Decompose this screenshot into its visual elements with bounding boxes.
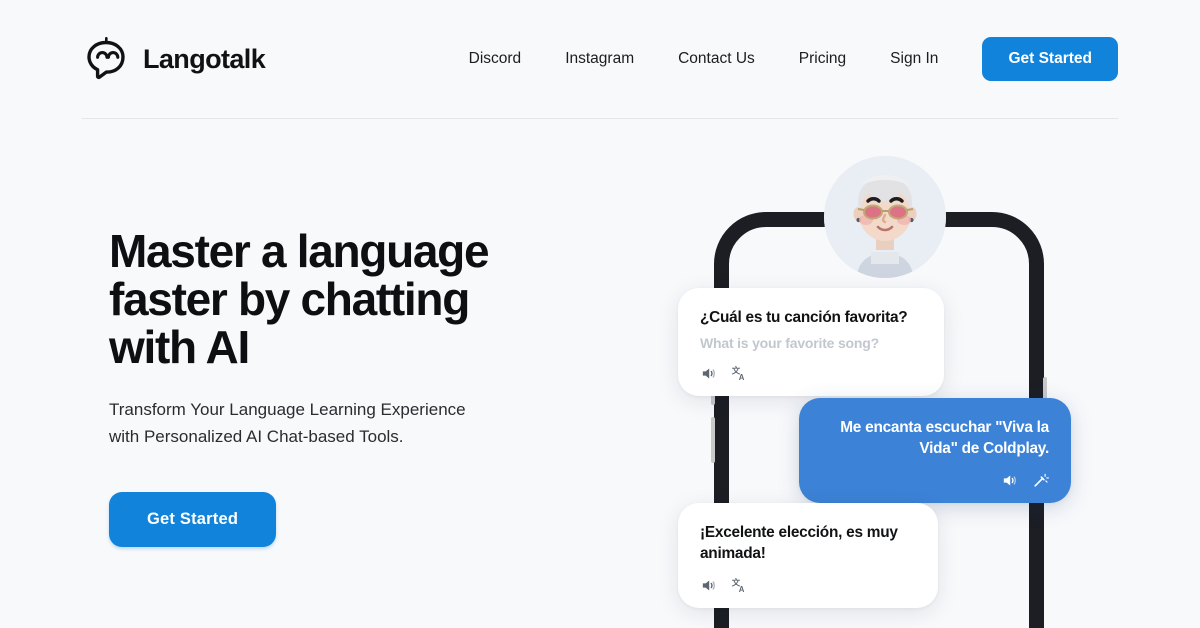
chat-message-text: ¡Excelente elección, es muy animada! <box>700 524 898 562</box>
speaker-icon[interactable] <box>700 365 717 382</box>
chat-message-text: ¿Cuál es tu canción favorita? <box>700 309 908 326</box>
site-header: Langotalk Discord Instagram Contact Us P… <box>82 0 1118 119</box>
chat-bubble-actions: 文 A <box>700 365 922 382</box>
hero-subtitle: Transform Your Language Learning Experie… <box>109 400 466 446</box>
svg-text:A: A <box>739 584 745 593</box>
nav-item-instagram[interactable]: Instagram <box>543 51 656 67</box>
elderly-woman-avatar <box>824 156 946 278</box>
main-navigation: Discord Instagram Contact Us Pricing Sig… <box>447 37 1118 81</box>
nav-item-contact-us[interactable]: Contact Us <box>656 51 777 67</box>
hero-get-started-button[interactable]: Get Started <box>109 492 277 547</box>
chat-bubble-actions: 文 A <box>700 577 916 594</box>
phone-mockup: ¿Cuál es tu canción favorita? What is yo… <box>660 140 1130 628</box>
speaker-icon[interactable] <box>700 577 717 594</box>
brand-name: Langotalk <box>143 43 266 74</box>
svg-text:A: A <box>739 373 745 382</box>
magic-wand-icon[interactable] <box>1032 472 1049 489</box>
chat-robot-icon <box>82 35 130 83</box>
chat-bubble-bot-1: ¿Cuál es tu canción favorita? What is yo… <box>678 288 944 396</box>
brand-logo[interactable]: Langotalk <box>82 35 266 83</box>
chat-bubble-user-1: Me encanta escuchar "Viva la Vida" de Co… <box>799 398 1071 503</box>
nav-item-pricing[interactable]: Pricing <box>777 51 868 67</box>
speaker-icon[interactable] <box>1001 472 1018 489</box>
nav-item-sign-in[interactable]: Sign In <box>868 51 960 67</box>
chat-bubble-actions <box>821 472 1049 489</box>
chat-message-text: Me encanta escuchar "Viva la Vida" de Co… <box>840 419 1049 457</box>
header-get-started-button[interactable]: Get Started <box>982 37 1118 81</box>
chat-message-translation: What is your favorite song? <box>700 334 879 351</box>
chat-bubble-bot-2: ¡Excelente elección, es muy animada! 文 A <box>678 503 938 608</box>
nav-item-discord[interactable]: Discord <box>447 51 544 67</box>
hero-headline: Master a language faster by chatting wit… <box>109 225 490 373</box>
translate-icon[interactable]: 文 A <box>731 577 748 594</box>
landing-page: Langotalk Discord Instagram Contact Us P… <box>0 0 1200 628</box>
translate-icon[interactable]: 文 A <box>731 365 748 382</box>
phone-volume-down-button[interactable] <box>711 417 715 463</box>
hero-section: Master a language faster by chatting wit… <box>109 225 579 547</box>
